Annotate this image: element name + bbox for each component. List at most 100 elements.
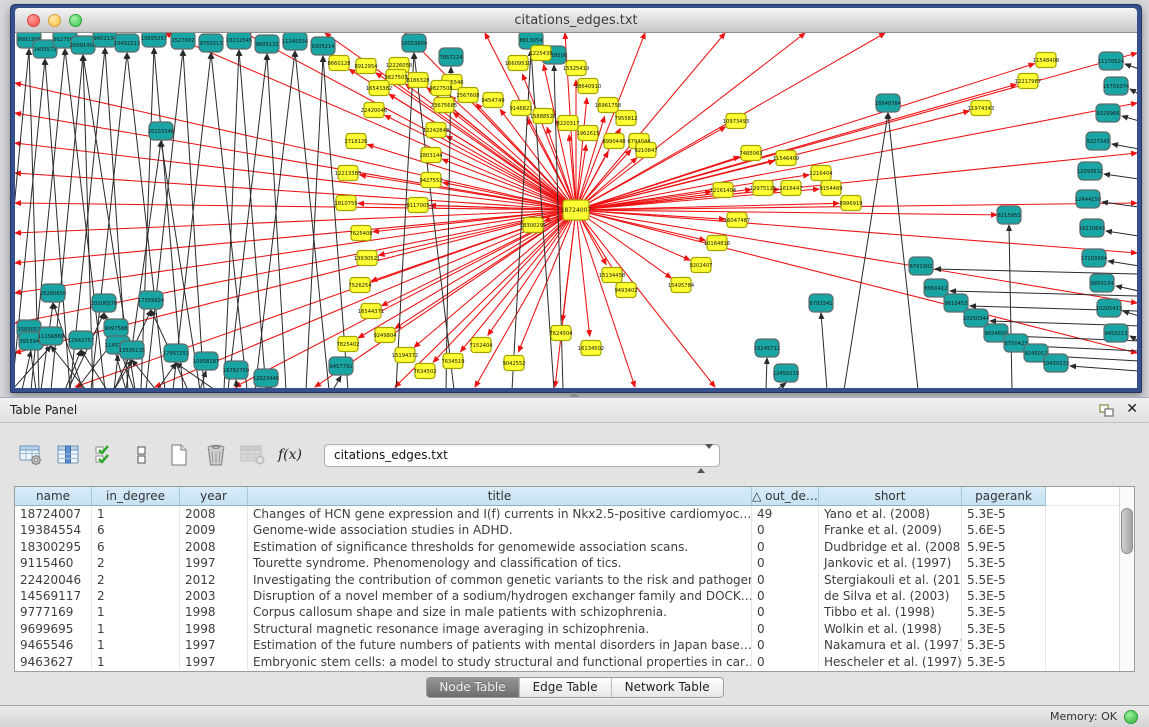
- cell-out_de[interactable]: 0: [752, 572, 819, 588]
- cell-in_degree[interactable]: 2: [92, 555, 180, 571]
- cell-year[interactable]: 2012: [180, 572, 248, 588]
- minimize-window-icon[interactable]: [48, 14, 61, 27]
- table-select-dropdown[interactable]: citations_edges.txt: [324, 444, 720, 467]
- float-panel-icon[interactable]: [1099, 403, 1115, 417]
- cell-short[interactable]: de Silva et al. (2003): [819, 588, 962, 604]
- cell-title[interactable]: Embryonic stem cells: a model to study s…: [248, 654, 752, 670]
- table-row[interactable]: 1456911722003Disruption of a novel membe…: [15, 588, 1119, 604]
- table-row[interactable]: 911546021997Tourette syndrome. Phenomeno…: [15, 555, 1119, 571]
- table-row[interactable]: 977716911998Corpus callosum shape and si…: [15, 604, 1119, 620]
- table-row[interactable]: 946554611997Estimation of the future num…: [15, 637, 1119, 653]
- citation-network-graph[interactable]: 9091306140557391275032009140699021341045…: [15, 33, 1137, 388]
- cell-name[interactable]: 9777169: [15, 604, 92, 620]
- tab-edge-table[interactable]: Edge Table: [519, 678, 611, 697]
- cell-out_de[interactable]: 0: [752, 604, 819, 620]
- cell-name[interactable]: 9463627: [15, 654, 92, 670]
- column-header-short[interactable]: short: [819, 487, 962, 506]
- cell-title[interactable]: Investigating the contribution of common…: [248, 572, 752, 588]
- cell-pagerank[interactable]: 5.3E-5: [962, 555, 1046, 571]
- cell-pagerank[interactable]: 5.3E-5: [962, 588, 1046, 604]
- close-window-icon[interactable]: [27, 14, 40, 27]
- table-row[interactable]: 2242004622012Investigating the contribut…: [15, 572, 1119, 588]
- cell-name[interactable]: 14569117: [15, 588, 92, 604]
- cell-title[interactable]: Corpus callosum shape and size in male p…: [248, 604, 752, 620]
- cell-short[interactable]: Franke et al. (2009): [819, 522, 962, 538]
- table-row[interactable]: 946362711997Embryonic stem cells: a mode…: [15, 654, 1119, 670]
- table-settings-icon[interactable]: [18, 442, 44, 468]
- cell-in_degree[interactable]: 1: [92, 654, 180, 670]
- cell-out_de[interactable]: 0: [752, 555, 819, 571]
- cell-in_degree[interactable]: 1: [92, 506, 180, 522]
- cell-name[interactable]: 18724007: [15, 506, 92, 522]
- cell-in_degree[interactable]: 1: [92, 604, 180, 620]
- cell-title[interactable]: Estimation of significance thresholds fo…: [248, 539, 752, 555]
- tab-network-table[interactable]: Network Table: [611, 678, 723, 697]
- row-format-icon[interactable]: [129, 442, 155, 468]
- cell-year[interactable]: 2008: [180, 506, 248, 522]
- cell-short[interactable]: Stergiakouli et al. (2012): [819, 572, 962, 588]
- cell-short[interactable]: Hescheler et al. (1997): [819, 654, 962, 670]
- cell-short[interactable]: Yano et al. (2008): [819, 506, 962, 522]
- cell-pagerank[interactable]: 5.3E-5: [962, 637, 1046, 653]
- cell-out_de[interactable]: 0: [752, 539, 819, 555]
- cell-name[interactable]: 9699695: [15, 621, 92, 637]
- cell-title[interactable]: Estimation of the future numbers of pati…: [248, 637, 752, 653]
- select-columns-icon[interactable]: [92, 442, 118, 468]
- column-header-year[interactable]: year: [180, 487, 248, 506]
- cell-pagerank[interactable]: 5.3E-5: [962, 604, 1046, 620]
- cell-year[interactable]: 1997: [180, 555, 248, 571]
- cell-year[interactable]: 2003: [180, 588, 248, 604]
- cell-year[interactable]: 2009: [180, 522, 248, 538]
- column-header-name[interactable]: name: [15, 487, 92, 506]
- close-panel-icon[interactable]: ✕: [1126, 401, 1138, 417]
- column-header-title[interactable]: title: [248, 487, 752, 506]
- cell-pagerank[interactable]: 5.9E-5: [962, 539, 1046, 555]
- scrollbar-thumb[interactable]: [1121, 508, 1133, 554]
- cell-year[interactable]: 1998: [180, 621, 248, 637]
- column-header-in_degree[interactable]: in_degree: [92, 487, 180, 506]
- tab-node-table[interactable]: Node Table: [426, 678, 518, 697]
- cell-title[interactable]: Changes of HCN gene expression and I(f) …: [248, 506, 752, 522]
- cell-year[interactable]: 1998: [180, 604, 248, 620]
- table-row[interactable]: 969969511998Structural magnetic resonanc…: [15, 621, 1119, 637]
- cell-out_de[interactable]: 0: [752, 588, 819, 604]
- cell-out_de[interactable]: 0: [752, 637, 819, 653]
- cell-pagerank[interactable]: 5.3E-5: [962, 506, 1046, 522]
- cell-out_de[interactable]: 49: [752, 506, 819, 522]
- cell-title[interactable]: Structural magnetic resonance image aver…: [248, 621, 752, 637]
- cell-in_degree[interactable]: 1: [92, 637, 180, 653]
- cell-in_degree[interactable]: 2: [92, 588, 180, 604]
- cell-name[interactable]: 9465546: [15, 637, 92, 653]
- cell-name[interactable]: 9115460: [15, 555, 92, 571]
- cell-in_degree[interactable]: 6: [92, 539, 180, 555]
- cell-short[interactable]: Nakamura et al. (1997): [819, 637, 962, 653]
- cell-out_de[interactable]: 0: [752, 621, 819, 637]
- function-builder-icon[interactable]: f(x): [277, 442, 303, 468]
- column-header-pagerank[interactable]: pagerank: [962, 487, 1046, 506]
- cell-pagerank[interactable]: 5.3E-5: [962, 621, 1046, 637]
- cell-short[interactable]: Tibbo et al. (1998): [819, 604, 962, 620]
- table-row[interactable]: 1830029562008Estimation of significance …: [15, 539, 1119, 555]
- trash-icon[interactable]: [203, 442, 229, 468]
- window-titlebar[interactable]: citations_edges.txt: [15, 8, 1137, 33]
- cell-out_de[interactable]: 0: [752, 654, 819, 670]
- cell-year[interactable]: 2008: [180, 539, 248, 555]
- cell-short[interactable]: Dudbridge et al. (2008): [819, 539, 962, 555]
- cell-title[interactable]: Genome-wide association studies in ADHD.: [248, 522, 752, 538]
- zoom-window-icon[interactable]: [69, 14, 82, 27]
- cell-year[interactable]: 1997: [180, 654, 248, 670]
- network-canvas[interactable]: 9091306140557391275032009140699021341045…: [15, 33, 1137, 388]
- table-vertical-scrollbar[interactable]: [1119, 487, 1134, 671]
- table-row[interactable]: 1872400712008Changes of HCN gene express…: [15, 506, 1119, 522]
- cell-in_degree[interactable]: 6: [92, 522, 180, 538]
- cell-year[interactable]: 1997: [180, 637, 248, 653]
- cell-in_degree[interactable]: 2: [92, 572, 180, 588]
- cell-title[interactable]: Tourette syndrome. Phenomenology and cla…: [248, 555, 752, 571]
- column-visibility-icon[interactable]: [55, 442, 81, 468]
- cell-pagerank[interactable]: 5.3E-5: [962, 654, 1046, 670]
- cell-name[interactable]: 22420046: [15, 572, 92, 588]
- cell-short[interactable]: Wolkin et al. (1998): [819, 621, 962, 637]
- cell-out_de[interactable]: 0: [752, 522, 819, 538]
- cell-title[interactable]: Disruption of a novel member of a sodium…: [248, 588, 752, 604]
- cell-in_degree[interactable]: 1: [92, 621, 180, 637]
